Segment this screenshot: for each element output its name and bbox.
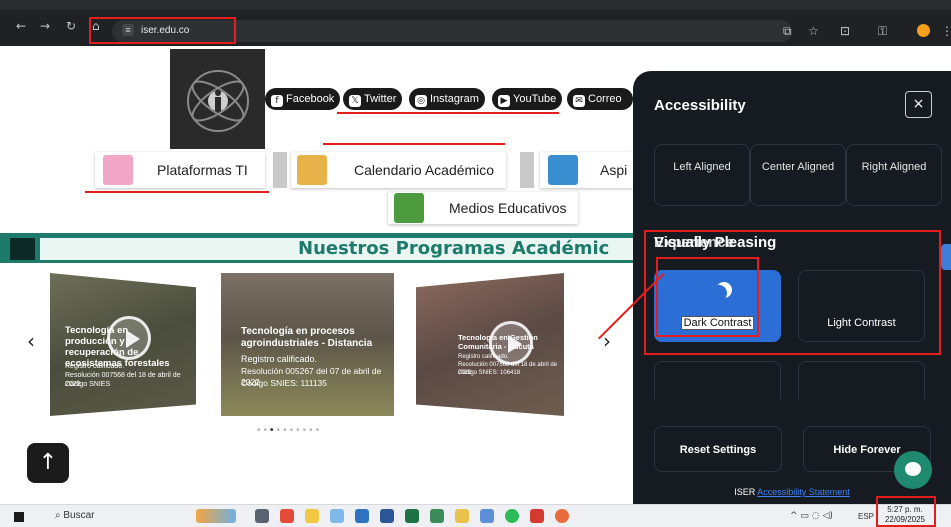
annotation-box-url (89, 17, 236, 44)
accessibility-title: Accessibility (654, 97, 746, 114)
excel-icon[interactable] (405, 509, 419, 523)
logo-emblem-icon (187, 70, 249, 132)
calendar-icon (297, 155, 327, 185)
menu-icon[interactable]: ⋮ (941, 24, 951, 38)
chrome-icon[interactable] (555, 509, 569, 523)
app-icon[interactable] (455, 509, 469, 523)
twitter-icon: 𝕏 (349, 95, 361, 107)
screen: ← → ↻ ⌂ ≡ iser.edu.co ⧉ ☆ ⊡ ⚿ ⋮ f Faceboo… (0, 0, 951, 527)
file-explorer-icon[interactable] (305, 509, 319, 523)
taskbar-search[interactable]: ⌕ Buscar (55, 510, 95, 522)
social-correo-link[interactable]: ✉ Correo (567, 88, 633, 110)
center-aligned-button[interactable]: Center Aligned (750, 144, 846, 206)
nav-divider (520, 152, 534, 188)
program-card[interactable]: Tecnología en producción y recuperación … (50, 273, 196, 416)
books-icon (394, 193, 424, 223)
left-aligned-button[interactable]: Left Aligned (654, 144, 750, 206)
close-icon[interactable]: × (905, 91, 932, 118)
programs-title: Nuestros Programas Académic (40, 238, 633, 260)
carousel-prev-button[interactable]: ‹ (27, 330, 35, 352)
windows-start-icon[interactable] (14, 512, 24, 522)
language-indicator[interactable]: ESP (858, 511, 874, 522)
browser-tabstrip (0, 0, 951, 10)
chrome-icon[interactable] (280, 509, 294, 523)
forward-icon[interactable]: → (40, 19, 50, 33)
social-youtube-link[interactable]: ▶ YouTube (492, 88, 563, 110)
mail-icon: ✉ (573, 95, 585, 107)
app-icon[interactable] (355, 509, 369, 523)
scroll-to-top-button[interactable]: ↑ (27, 443, 69, 483)
annotation-underline-calendar (323, 143, 505, 145)
document-icon (548, 155, 578, 185)
annotation-underline-platforms (85, 191, 269, 193)
social-twitter-link[interactable]: 𝕏 Twitter (343, 88, 403, 110)
password-key-icon[interactable]: ⚿ (878, 24, 887, 38)
annotation-underline-social (337, 112, 559, 114)
extensions-icon[interactable]: ⊡ (840, 24, 850, 38)
program-card[interactable]: Tecnología en procesos agroindustriales … (221, 273, 394, 416)
carousel-dot[interactable]: • (316, 425, 323, 436)
app-icon[interactable] (330, 509, 344, 523)
cast-icon[interactable]: ⧉ (783, 24, 792, 38)
accessibility-statement-link[interactable]: Accessibility Statement (757, 487, 850, 497)
social-instagram-link[interactable]: ◎ Instagram (409, 88, 485, 110)
right-aligned-button[interactable]: Right Aligned (846, 144, 942, 206)
word-icon[interactable] (380, 509, 394, 523)
weather-widget-icon[interactable] (196, 509, 236, 523)
nav-medios-educativos[interactable]: Medios Educativos (388, 192, 578, 224)
banner-accent (10, 238, 35, 260)
youtube-icon: ▶ (498, 95, 510, 107)
system-tray-icons[interactable]: ^ ▭ ◌ ◁) (790, 511, 833, 522)
nav-aspirantes[interactable]: Aspi (540, 152, 633, 188)
facebook-icon: f (271, 95, 283, 107)
option-button[interactable] (654, 361, 781, 399)
task-view-icon[interactable] (255, 509, 269, 523)
iser-logo[interactable] (170, 49, 265, 149)
carousel-pagination[interactable]: •••••••••• (257, 426, 322, 436)
whatsapp-icon[interactable] (505, 509, 519, 523)
reset-settings-button[interactable]: Reset Settings (654, 426, 782, 472)
nav-calendario-academico[interactable]: Calendario Académico (291, 152, 506, 188)
pdf-icon[interactable] (530, 509, 544, 523)
option-button[interactable] (798, 361, 925, 399)
app-icon[interactable] (480, 509, 494, 523)
back-icon[interactable]: ← (16, 19, 26, 33)
chat-icon[interactable] (894, 451, 932, 489)
annotation-box-dark-contrast (656, 257, 759, 337)
profile-icon[interactable] (917, 24, 930, 37)
star-icon[interactable]: ☆ (808, 24, 819, 38)
platforms-icon (103, 155, 133, 185)
instagram-icon: ◎ (415, 95, 427, 107)
side-tab[interactable] (941, 244, 951, 270)
annotation-box-clock (876, 496, 936, 527)
nav-divider (273, 152, 287, 188)
social-facebook-link[interactable]: f Facebook (265, 88, 341, 110)
app-icon[interactable] (430, 509, 444, 523)
nav-plataformas-ti[interactable]: Plataformas TI (95, 152, 265, 188)
program-card[interactable]: Tecnología en Gestión Comunitaria - Cúcu… (416, 273, 564, 416)
reload-icon[interactable]: ↻ (66, 19, 76, 33)
